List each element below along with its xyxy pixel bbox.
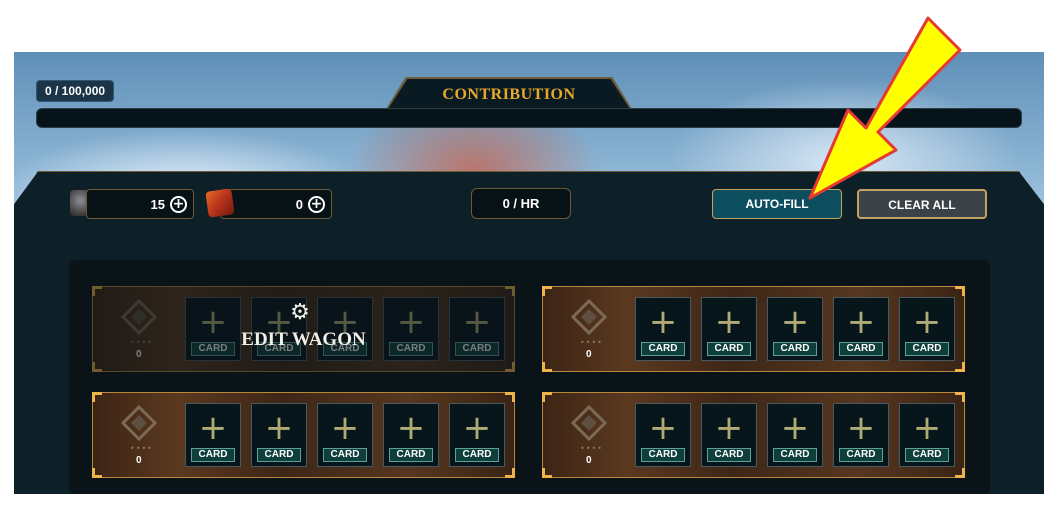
card-slot[interactable]: + CARD — [635, 403, 691, 467]
card-slot[interactable]: + CARD — [833, 403, 889, 467]
frame-corner — [955, 392, 965, 402]
edit-wagon-overlay[interactable]: ⚙ EDIT WAGON — [92, 287, 515, 371]
card-label: CARD — [455, 448, 499, 462]
wagon-emblem-icon — [121, 405, 157, 441]
card-label: CARD — [839, 342, 883, 356]
card-label: CARD — [641, 448, 685, 462]
card-label: CARD — [905, 448, 949, 462]
plus-icon: + — [396, 408, 426, 448]
card-slot[interactable]: + CARD — [833, 297, 889, 361]
card-slot[interactable]: + CARD — [767, 403, 823, 467]
wagon-level-dots: •••• — [130, 444, 153, 453]
frame-corner — [505, 468, 515, 478]
card-label: CARD — [905, 342, 949, 356]
frame-corner — [542, 468, 552, 478]
card-label: CARD — [839, 448, 883, 462]
add-crate-button[interactable]: + — [308, 196, 325, 213]
card-slot[interactable]: + CARD — [383, 403, 439, 467]
card-label: CARD — [707, 342, 751, 356]
card-label: CARD — [773, 448, 817, 462]
wagon-emblem-icon — [571, 299, 607, 335]
card-slot[interactable]: + CARD — [899, 297, 955, 361]
plus-icon: + — [780, 408, 810, 448]
card-slot[interactable]: + CARD — [317, 403, 373, 467]
card-slot[interactable]: + CARD — [701, 403, 757, 467]
card-slot[interactable]: + CARD — [251, 403, 307, 467]
yellow-arrow-icon — [808, 16, 962, 200]
edit-wagon-label: EDIT WAGON — [241, 329, 366, 350]
rate-display: 0 / HR — [471, 188, 571, 219]
plus-icon: + — [648, 408, 678, 448]
frame-corner — [955, 468, 965, 478]
card-slot[interactable]: + CARD — [899, 403, 955, 467]
plus-icon: + — [846, 408, 876, 448]
wagon-count: 0 — [136, 455, 142, 466]
wagon-level-dots: •••• — [580, 444, 603, 453]
card-label: CARD — [641, 342, 685, 356]
plus-icon: + — [780, 302, 810, 342]
plus-icon: + — [846, 302, 876, 342]
card-slot[interactable]: + CARD — [449, 403, 505, 467]
plus-icon: + — [648, 302, 678, 342]
card-label: CARD — [707, 448, 751, 462]
plus-icon: + — [462, 408, 492, 448]
wagon-2[interactable]: •••• 0 + CARD + CARD + CARD + CARD + CARD — [542, 286, 965, 372]
crate-resource-box: 0 + — [220, 189, 332, 219]
wagon-emblem-icon — [571, 405, 607, 441]
wagon-count: 0 — [586, 349, 592, 360]
plus-icon: + — [714, 408, 744, 448]
red-crate-icon — [205, 188, 235, 218]
frame-corner — [92, 392, 102, 402]
frame-corner — [92, 468, 102, 478]
frame-corner — [505, 392, 515, 402]
card-label: CARD — [323, 448, 367, 462]
add-chest-button[interactable]: + — [170, 196, 187, 213]
card-label: CARD — [773, 342, 817, 356]
wagon-level-dots: •••• — [580, 338, 603, 347]
chest-count: 15 — [150, 197, 165, 212]
frame-corner — [542, 362, 552, 372]
plus-icon: + — [264, 408, 294, 448]
wagon-4[interactable]: •••• 0 + CARD + CARD + CARD + CARD + CARD — [542, 392, 965, 478]
plus-icon: + — [912, 408, 942, 448]
frame-corner — [542, 392, 552, 402]
card-slot[interactable]: + CARD — [185, 403, 241, 467]
card-label: CARD — [257, 448, 301, 462]
plus-icon: + — [198, 408, 228, 448]
frame-corner — [955, 362, 965, 372]
crate-count: 0 — [295, 197, 303, 212]
card-slot[interactable]: + CARD — [635, 297, 691, 361]
contribution-progress-text: 0 / 100,000 — [36, 80, 115, 102]
card-slot[interactable]: + CARD — [701, 297, 757, 361]
plus-icon: + — [330, 408, 360, 448]
gear-icon: ⚙ — [290, 300, 310, 325]
card-label: CARD — [191, 448, 235, 462]
frame-corner — [542, 286, 552, 296]
plus-icon: + — [912, 302, 942, 342]
card-label: CARD — [389, 448, 433, 462]
wagon-3[interactable]: •••• 0 + CARD + CARD + CARD + CARD + CARD — [92, 392, 515, 478]
contribution-title: CONTRIBUTION — [442, 86, 576, 103]
wagon-count: 0 — [586, 455, 592, 466]
frame-corner — [955, 286, 965, 296]
plus-icon: + — [714, 302, 744, 342]
chest-resource-box: 15 + — [86, 189, 194, 219]
card-slot[interactable]: + CARD — [767, 297, 823, 361]
